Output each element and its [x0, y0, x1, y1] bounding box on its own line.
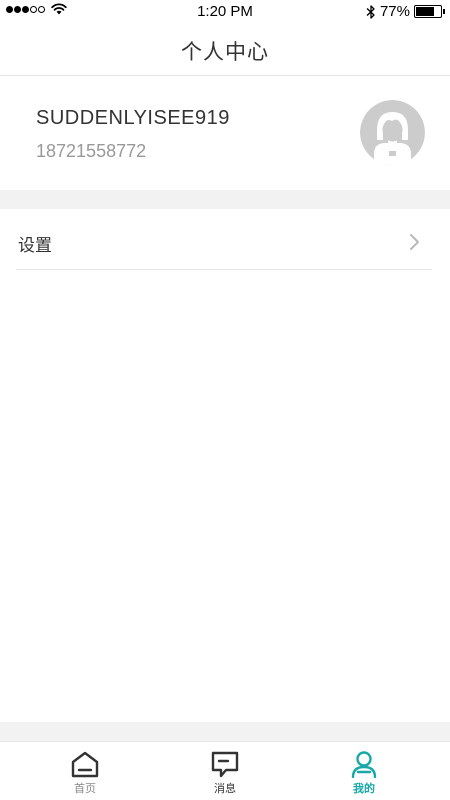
- battery-fill: [416, 7, 435, 16]
- default-avatar-icon[interactable]: [360, 100, 425, 165]
- section-separator: [0, 190, 450, 209]
- settings-menu-item[interactable]: 设置: [0, 209, 450, 270]
- username: SUDDENLYISEE919: [36, 107, 230, 129]
- profile-card[interactable]: SUDDENLYISEE919 18721558772: [0, 77, 450, 190]
- home-icon: [71, 751, 99, 778]
- phone-number: 18721558772: [36, 141, 147, 161]
- battery-icon: [414, 5, 445, 18]
- bluetooth-icon: [366, 4, 375, 19]
- status-bar: 1:20 PM 77%: [0, 0, 450, 24]
- page-title: 个人中心: [181, 40, 269, 64]
- bottom-separator: [0, 722, 450, 741]
- tab-home[interactable]: 首页: [45, 750, 125, 796]
- chevron-right-icon: [410, 234, 419, 250]
- settings-label: 设置: [18, 236, 52, 256]
- menu-divider: [16, 269, 432, 270]
- status-right: 77%: [366, 3, 445, 20]
- battery-percentage: 77%: [379, 3, 410, 20]
- user-icon: [351, 751, 377, 778]
- tab-home-label: 首页: [74, 782, 96, 795]
- message-icon: [211, 751, 239, 778]
- tab-messages[interactable]: 消息: [185, 750, 265, 796]
- tab-bar: 首页 消息 我的: [0, 741, 450, 800]
- tab-mine-label: 我的: [353, 782, 375, 795]
- tab-messages-label: 消息: [214, 782, 236, 795]
- tab-mine[interactable]: 我的: [324, 750, 404, 796]
- navigation-bar: 个人中心: [0, 24, 450, 76]
